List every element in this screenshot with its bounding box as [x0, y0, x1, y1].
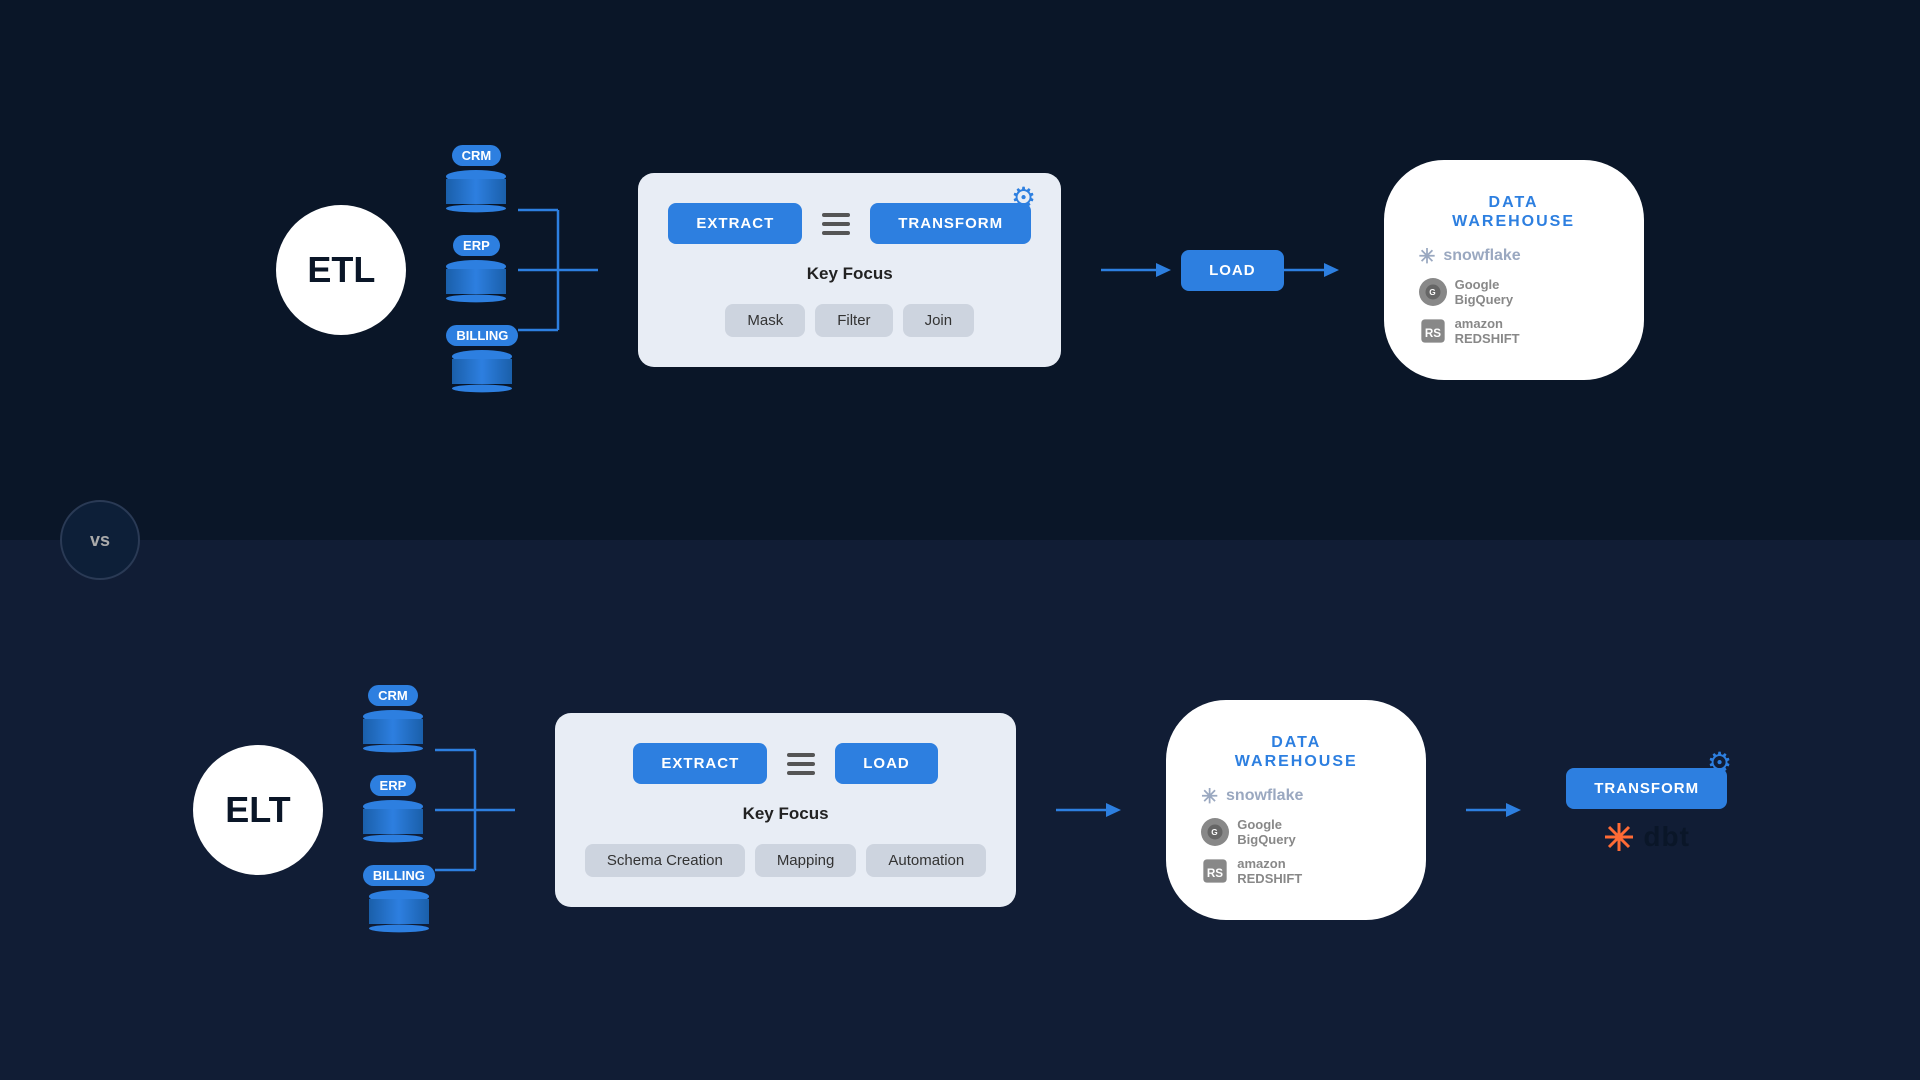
etl-dw-logos: ✳ snowflake G GoogleBigQuery RS amazonRE…: [1419, 244, 1609, 347]
etl-crm-label: CRM: [452, 145, 502, 166]
elt-crm-source: CRM: [363, 685, 423, 755]
elt-dbt-logo: dbt: [1603, 821, 1690, 853]
etl-snowflake-icon: ✳: [1419, 244, 1436, 269]
etl-label-text: ETL: [307, 249, 375, 291]
etl-bigquery-icon: G: [1419, 278, 1447, 306]
etl-bracket-lines: [518, 170, 598, 370]
elt-label-circle: ELT: [193, 745, 323, 875]
elt-bracket-lines: [435, 710, 515, 910]
etl-crm-cylinder: [446, 170, 506, 215]
elt-equals-icon: [782, 753, 820, 775]
elt-billing-source: BILLING: [363, 865, 435, 935]
svg-text:RS: RS: [1424, 327, 1440, 340]
etl-chip-filter: Filter: [815, 304, 892, 337]
elt-bigquery-label: GoogleBigQuery: [1237, 817, 1296, 848]
etl-chip-mask: Mask: [725, 304, 805, 337]
elt-redshift-icon: RS: [1201, 857, 1229, 885]
elt-section: ELT CRM ERP: [0, 540, 1920, 1080]
elt-erp-cylinder: [363, 800, 423, 845]
elt-process-box: EXTRACT LOAD Key Focus Schema Creation M…: [555, 713, 1016, 907]
etl-redshift-logo: RS amazonREDSHIFT: [1419, 316, 1520, 347]
dbt-icon: [1603, 821, 1635, 853]
elt-billing-label: BILLING: [363, 865, 435, 886]
etl-erp-label: ERP: [453, 235, 500, 256]
dbt-label: dbt: [1643, 821, 1690, 853]
etl-redshift-label: amazonREDSHIFT: [1455, 316, 1520, 347]
etl-key-focus: Key Focus: [807, 264, 893, 284]
etl-sources-group: CRM ERP BILLING: [446, 145, 598, 395]
elt-billing-cylinder: [369, 890, 429, 935]
elt-crm-label: CRM: [368, 685, 418, 706]
etl-transform-wrapper: TRANSFORM ⚙: [870, 203, 1031, 244]
etl-snowflake-logo: ✳ snowflake: [1419, 244, 1521, 269]
elt-arrow-svg: [1056, 795, 1126, 825]
etl-data-warehouse: DATAWAREHOUSE ✳ snowflake G GoogleBigQue…: [1384, 160, 1644, 380]
etl-process-buttons: EXTRACT TRANSFORM ⚙: [668, 203, 1031, 244]
etl-billing-cylinder: [452, 350, 512, 395]
elt-erp-label: ERP: [370, 775, 417, 796]
etl-equals-icon: [817, 213, 855, 235]
etl-erp-source: ERP: [446, 235, 506, 305]
etl-arrow-svg: [1101, 255, 1181, 285]
elt-key-focus: Key Focus: [743, 804, 829, 824]
etl-gear-icon: ⚙: [1011, 181, 1036, 214]
elt-dbt-arrow: [1466, 795, 1526, 825]
etl-erp-cylinder: [446, 260, 506, 305]
etl-snowflake-label: snowflake: [1443, 247, 1520, 265]
elt-chip-automation: Automation: [866, 844, 986, 877]
etl-post-load-arrow: [1284, 255, 1344, 285]
etl-billing-label: BILLING: [446, 325, 518, 346]
etl-dw-title: DATAWAREHOUSE: [1452, 193, 1575, 231]
elt-snowflake-icon: ✳: [1201, 784, 1218, 809]
etl-extract-btn: EXTRACT: [668, 203, 802, 244]
elt-crm-cylinder: [363, 710, 423, 755]
elt-post-dw-arrow: [1466, 795, 1526, 825]
elt-bigquery-icon: G: [1201, 818, 1229, 846]
elt-load-btn: LOAD: [835, 743, 938, 784]
elt-to-dw-arrow: [1056, 795, 1126, 825]
elt-snowflake-logo: ✳ snowflake: [1201, 784, 1303, 809]
svg-text:G: G: [1212, 828, 1218, 837]
etl-load-arrow: LOAD: [1101, 250, 1344, 291]
elt-dw-logos: ✳ snowflake G GoogleBigQuery RS amazonRE…: [1201, 784, 1391, 887]
etl-crm-source: CRM: [446, 145, 506, 215]
etl-redshift-icon: RS: [1419, 317, 1447, 345]
elt-extract-btn: EXTRACT: [633, 743, 767, 784]
elt-erp-source: ERP: [363, 775, 423, 845]
elt-process-buttons: EXTRACT LOAD: [633, 743, 937, 784]
elt-chips: Schema Creation Mapping Automation: [585, 844, 986, 877]
elt-redshift-logo: RS amazonREDSHIFT: [1201, 856, 1302, 887]
svg-text:RS: RS: [1207, 867, 1223, 880]
etl-bigquery-label: GoogleBigQuery: [1455, 277, 1514, 308]
etl-section: ETL CRM ERP: [0, 0, 1920, 540]
elt-transform-dbt-block: TRANSFORM ⚙ dbt: [1566, 768, 1727, 853]
svg-text:G: G: [1429, 288, 1435, 297]
elt-bigquery-logo: G GoogleBigQuery: [1201, 817, 1296, 848]
elt-redshift-label: amazonREDSHIFT: [1237, 856, 1302, 887]
elt-chip-schema: Schema Creation: [585, 844, 745, 877]
elt-data-warehouse: DATAWAREHOUSE ✳ snowflake G GoogleBigQue…: [1166, 700, 1426, 920]
vs-divider: vs: [60, 500, 140, 580]
etl-bigquery-logo: G GoogleBigQuery: [1419, 277, 1514, 308]
etl-load-btn: LOAD: [1181, 250, 1284, 291]
elt-dw-title: DATAWAREHOUSE: [1235, 733, 1358, 771]
elt-chip-mapping: Mapping: [755, 844, 857, 877]
etl-billing-source: BILLING: [446, 325, 518, 395]
elt-transform-btn: TRANSFORM: [1566, 768, 1727, 809]
etl-chip-join: Join: [903, 304, 975, 337]
elt-label-text: ELT: [225, 789, 290, 831]
elt-sources-group: CRM ERP BILLING: [363, 685, 515, 935]
etl-chips: Mask Filter Join: [725, 304, 974, 337]
etl-process-box: EXTRACT TRANSFORM ⚙ Key Focus Mask Filte…: [638, 173, 1061, 367]
etl-transform-btn: TRANSFORM: [870, 203, 1031, 244]
etl-label-circle: ETL: [276, 205, 406, 335]
elt-snowflake-label: snowflake: [1226, 787, 1303, 805]
elt-gear-icon: ⚙: [1707, 746, 1732, 779]
elt-transform-btn-wrapper: TRANSFORM ⚙: [1566, 768, 1727, 809]
